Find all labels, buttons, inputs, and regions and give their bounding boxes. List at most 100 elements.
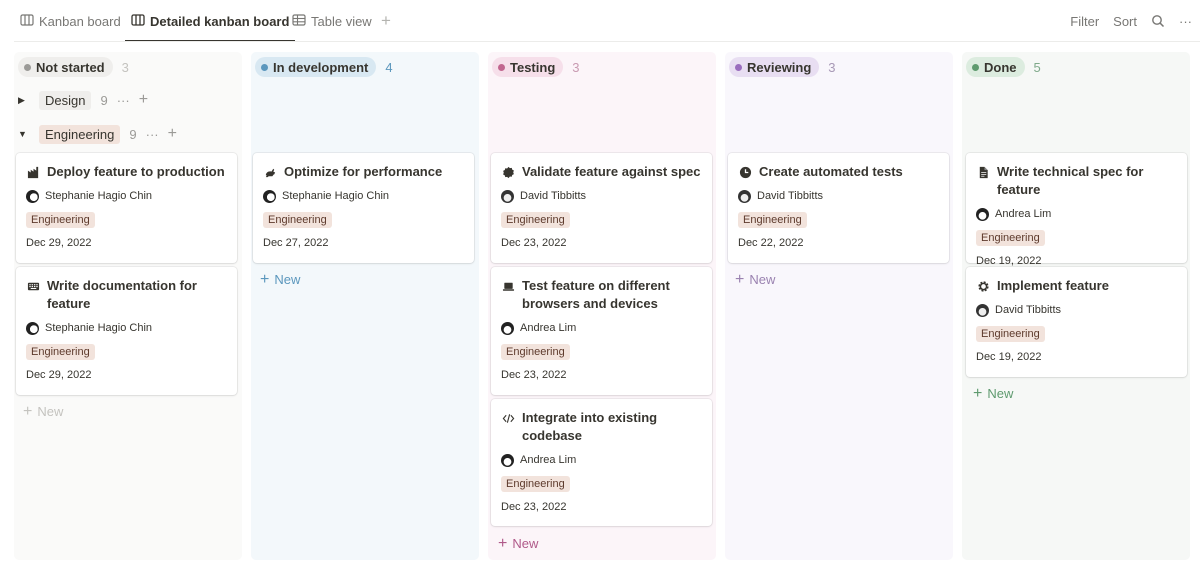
sort-button[interactable]: Sort	[1113, 14, 1137, 29]
tab-kanban-board[interactable]: Kanban board	[20, 0, 121, 42]
assignee: Stephanie Hagio Chin	[45, 190, 153, 202]
expand-toggle-icon[interactable]: ▶	[18, 95, 30, 106]
more-options-button[interactable]: ···	[1179, 14, 1192, 29]
assignee: Andrea Lim	[520, 454, 577, 466]
group-count: 9	[100, 92, 108, 108]
tag-badge: Engineering	[263, 212, 332, 228]
column-count: 3	[828, 59, 836, 75]
due-date: Dec 19, 2022	[976, 255, 1042, 267]
status-label: Done	[984, 59, 1017, 75]
status-dot	[735, 63, 742, 71]
avatar	[501, 321, 514, 335]
card[interactable]: Create automated tests David Tibbitts En…	[728, 153, 949, 263]
group-count: 9	[129, 126, 137, 142]
card[interactable]: Implement feature David Tibbitts Enginee…	[966, 267, 1187, 377]
avatar	[26, 189, 39, 203]
plus-icon: +	[498, 535, 508, 552]
card[interactable]: Validate feature against spec David Tibb…	[491, 153, 712, 263]
avatar	[26, 321, 39, 335]
column-header[interactable]: Done 5	[966, 56, 1041, 78]
card-title: Write documentation for feature	[47, 278, 197, 311]
card-title: Implement feature	[997, 278, 1109, 293]
column-header[interactable]: In development 4	[255, 56, 393, 78]
status-pill-testing: Testing	[492, 57, 564, 77]
card[interactable]: Deploy feature to production Stephanie H…	[16, 153, 237, 263]
new-card-button[interactable]: + New	[735, 272, 775, 288]
document-icon	[976, 163, 990, 181]
factory-icon	[26, 163, 40, 181]
table-icon	[292, 13, 306, 30]
card[interactable]: Write technical spec for feature Andrea …	[966, 153, 1187, 267]
column-count: 3	[572, 59, 580, 75]
laptop-icon	[501, 277, 515, 295]
assignee: Andrea Lim	[995, 208, 1052, 220]
column-header[interactable]: Testing 3	[492, 56, 580, 78]
new-card-button[interactable]: + New	[498, 535, 539, 552]
collapse-toggle-icon[interactable]: ▼	[18, 129, 30, 139]
assignee: David Tibbitts	[520, 190, 587, 202]
group-add-button[interactable]: +	[139, 92, 148, 108]
group-label: Design	[39, 90, 92, 110]
filter-button[interactable]: Filter	[1070, 14, 1099, 29]
group-label: Engineering	[39, 124, 121, 144]
group-more-button[interactable]: ···	[117, 93, 130, 108]
status-dot	[972, 63, 979, 71]
card-title: Create automated tests	[759, 164, 903, 179]
plus-icon: +	[23, 403, 33, 420]
status-label: In development	[273, 59, 369, 75]
assignee: Stephanie Hagio Chin	[45, 322, 153, 334]
avatar	[976, 207, 989, 221]
due-date: Dec 22, 2022	[738, 237, 804, 249]
card-title: Optimize for performance	[284, 164, 443, 179]
tab-table-view[interactable]: Table view	[292, 0, 372, 42]
new-card-button[interactable]: + New	[260, 272, 301, 288]
column-header[interactable]: Reviewing 3	[729, 56, 836, 78]
tag-badge: Engineering	[738, 212, 807, 228]
card[interactable]: Integrate into existing codebase Andrea …	[491, 399, 712, 526]
due-date: Dec 27, 2022	[263, 237, 329, 249]
group-more-button[interactable]: ···	[146, 127, 159, 142]
avatar	[501, 453, 514, 467]
add-view-button[interactable]: +	[381, 12, 391, 29]
board-icon	[20, 13, 34, 30]
assignee: Stephanie Hagio Chin	[282, 190, 390, 202]
new-label: New	[274, 272, 301, 287]
tag-badge: Engineering	[26, 212, 95, 228]
due-date: Dec 23, 2022	[501, 501, 567, 513]
column-header[interactable]: Not started 3	[18, 56, 129, 78]
due-date: Dec 23, 2022	[501, 369, 567, 381]
card[interactable]: Optimize for performance Stephanie Hagio…	[253, 153, 474, 263]
card-title: Deploy feature to production	[47, 164, 225, 179]
due-date: Dec 23, 2022	[501, 237, 567, 249]
column-count: 3	[121, 59, 129, 75]
new-label: New	[37, 404, 64, 419]
board-icon	[131, 13, 145, 30]
new-label: New	[987, 386, 1014, 401]
new-card-button[interactable]: + New	[973, 385, 1014, 402]
tag-badge: Engineering	[501, 476, 570, 492]
status-dot	[24, 63, 31, 71]
card[interactable]: Test feature on different browsers and d…	[491, 267, 712, 395]
assignee: Andrea Lim	[520, 322, 577, 334]
new-label: New	[512, 536, 539, 551]
gear-icon	[976, 277, 990, 295]
status-dot	[498, 63, 505, 71]
status-pill-not-started: Not started	[18, 57, 113, 77]
card-title: Validate feature against spec	[522, 164, 701, 179]
card[interactable]: Write documentation for feature Stephani…	[16, 267, 237, 395]
assignee: David Tibbitts	[757, 190, 824, 202]
tab-detailed-kanban-board[interactable]: Detailed kanban board	[125, 0, 296, 42]
search-icon[interactable]	[1151, 14, 1165, 28]
tab-label: Kanban board	[39, 13, 121, 29]
plus-icon: +	[973, 385, 983, 402]
tab-label: Table view	[311, 13, 372, 29]
card-title: Integrate into existing codebase	[522, 410, 658, 443]
due-date: Dec 29, 2022	[26, 237, 92, 249]
status-dot	[261, 63, 268, 71]
new-card-button[interactable]: + New	[23, 403, 64, 420]
group-add-button[interactable]: +	[168, 126, 177, 142]
tag-badge: Engineering	[26, 344, 95, 360]
avatar	[501, 189, 514, 203]
code-icon	[501, 409, 515, 427]
due-date: Dec 19, 2022	[976, 351, 1042, 363]
